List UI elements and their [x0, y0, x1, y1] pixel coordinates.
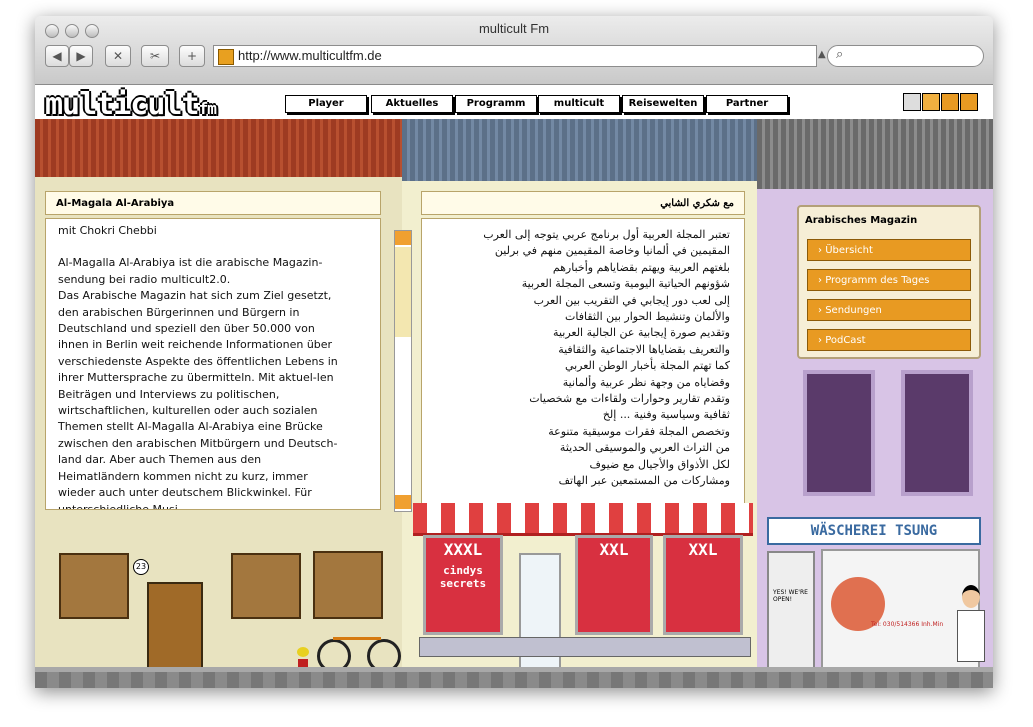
- roof-middle: [402, 119, 757, 181]
- roof-right: [757, 119, 993, 189]
- shop-awning: [413, 503, 753, 536]
- arabic-line: ومشاركات من المستمعين عبر الهاتف: [558, 474, 730, 488]
- site-logo[interactable]: multicultfm: [45, 87, 217, 122]
- roof-left: [35, 119, 402, 177]
- karate-character: [957, 585, 985, 667]
- arabic-line: لكل الأذواق والأجيال مع ضيوف: [589, 457, 730, 471]
- laundry-sign: WÄSCHEREI TSUNG: [767, 517, 981, 545]
- search-input[interactable]: ⌕: [827, 45, 984, 67]
- arabic-line: كما تهتم المجلة بأخبار الوطن العربي: [564, 359, 730, 373]
- article-panel: mit Chokri Chebbi Al-Magalla Al-Arabiya …: [45, 218, 381, 510]
- window-decoration: [803, 370, 875, 496]
- menu-item-sendungen[interactable]: › Sendungen: [807, 299, 971, 321]
- shop-sign-2: XXL: [599, 540, 629, 559]
- address-bar[interactable]: http://www.multicultfm.de: [213, 45, 817, 67]
- boarded-window: [313, 551, 383, 619]
- page-content: multicultfm Player Aktuelles Programm mu…: [35, 85, 993, 688]
- arrow-left-icon[interactable]: [941, 93, 959, 111]
- arabic-line: ثقافية وسياسية وفنية ... إلخ: [602, 408, 730, 422]
- logo-suffix: fm: [198, 99, 217, 118]
- arabic-line: إلى لعب دور إيجابي في التقريب بين العرب: [533, 293, 730, 307]
- open-sign: YES! WE'RE OPEN!: [773, 589, 808, 603]
- favicon-icon: [218, 49, 234, 65]
- article-author: mit Chokri Chebbi: [58, 224, 157, 237]
- nav-reisewelten[interactable]: Reisewelten: [622, 95, 704, 113]
- add-bookmark-button[interactable]: +: [179, 45, 205, 67]
- window-decoration: [901, 370, 973, 496]
- bicycle-decoration: [317, 625, 401, 673]
- forward-button[interactable]: ▶: [69, 45, 93, 67]
- window-title: multicult Fm: [478, 21, 550, 36]
- nav-programm[interactable]: Programm: [455, 95, 537, 113]
- search-icon: ⌕: [836, 47, 844, 62]
- shop-display-table: [419, 637, 751, 657]
- bookmark-icon[interactable]: ✂: [141, 45, 169, 67]
- nav-aktuelles[interactable]: Aktuelles: [371, 95, 453, 113]
- arabic-line: وتقديم صورة إيجابية عن الجالية العربية: [553, 326, 730, 340]
- magazine-menu: Arabisches Magazin › Übersicht › Program…: [797, 205, 981, 359]
- menu-item-label: Programm des Tages: [825, 275, 930, 286]
- arabic-line: والتعريف بقضاياها الاجتماعية والثقافية: [558, 342, 730, 356]
- stop-button[interactable]: ✕: [105, 45, 131, 67]
- arabic-line: وقضاياه من وجهة نظر عربية وألمانية: [562, 375, 730, 389]
- arrow-right-icon[interactable]: [960, 93, 978, 111]
- address-text: http://www.multicultfm.de: [238, 48, 382, 63]
- arabic-panel: تعتبر المجلة العربية أول برنامج عربي يتو…: [421, 218, 745, 510]
- menu-item-label: Sendungen: [825, 305, 882, 316]
- nav-player[interactable]: Player: [285, 95, 367, 113]
- arabic-title: مع شكري الشابي: [421, 191, 745, 215]
- hand-icon[interactable]: [922, 93, 940, 111]
- laundry-phone: Tel: 030/514366 Inh.Min: [871, 621, 944, 628]
- house-number: 23: [133, 559, 149, 575]
- browser-window: multicult Fm ◀ ▶ ✕ ✂ + http://www.multic…: [35, 16, 993, 688]
- arabic-body: تعتبر المجلة العربية أول برنامج عربي يتو…: [434, 227, 730, 490]
- arabic-line: وتقدم تقارير وحوارات ولقاءات مع شخصيات: [529, 392, 730, 406]
- scrollbar[interactable]: [394, 230, 412, 512]
- monitor-icon[interactable]: [903, 93, 921, 111]
- arabic-line: من التراث العربي والموسيقى الحديثة: [559, 441, 730, 455]
- menu-item-uebersicht[interactable]: › Übersicht: [807, 239, 971, 261]
- arabic-line: بلغتهم العربية ويهتم بقضاياهم وأخبارهم: [552, 260, 730, 274]
- menu-item-label: PodCast: [825, 335, 866, 346]
- shop-window-1: XXXL cindys secrets: [423, 535, 503, 635]
- magazine-title: Arabisches Magazin: [805, 215, 918, 226]
- arabic-line: تعتبر المجلة العربية أول برنامج عربي يتو…: [483, 228, 730, 241]
- logo-text: multicult: [45, 87, 200, 122]
- arabic-line: والألمان وتنشيط الحوار بين الثقافات: [565, 310, 730, 324]
- scroll-up-button[interactable]: [395, 231, 411, 245]
- scroll-down-button[interactable]: [395, 495, 411, 509]
- back-button[interactable]: ◀: [45, 45, 69, 67]
- article-title: Al-Magala Al-Arabiya: [45, 191, 381, 215]
- house-door[interactable]: [147, 582, 203, 671]
- nav-multicult[interactable]: multicult: [538, 95, 620, 113]
- shop-sign-1: XXXL: [443, 540, 483, 559]
- shop-window-3: XXL: [663, 535, 743, 635]
- menu-item-label: Übersicht: [825, 245, 873, 256]
- arabic-line: المقيمين في ألمانيا وخاصة المقيمين منهم …: [494, 244, 730, 258]
- menu-item-podcast[interactable]: › PodCast: [807, 329, 971, 351]
- boarded-window: [59, 553, 129, 619]
- laundry-door: YES! WE'RE OPEN!: [767, 551, 815, 671]
- boarded-window: [231, 553, 301, 619]
- arabic-line: شؤونهم الحياتية اليومية وتسعى المجلة الع…: [521, 277, 730, 291]
- shop-window-2: XXL: [575, 535, 653, 635]
- flower-pot: [297, 647, 309, 667]
- scroll-thumb[interactable]: [395, 247, 411, 337]
- shop-sign-1-sub: cindys secrets: [439, 564, 487, 590]
- arabic-line: وتخصص المجلة فقرات موسيقية متنوعة: [548, 424, 730, 438]
- article-paragraph: Al-Magalla Al-Arabiya ist die arabische …: [58, 256, 323, 286]
- article-paragraph: Das Arabische Magazin hat sich zum Ziel …: [58, 289, 338, 510]
- title-bar: multicult Fm ◀ ▶ ✕ ✂ + http://www.multic…: [35, 16, 993, 85]
- street: [35, 672, 993, 688]
- shop-sign-3: XXL: [688, 540, 718, 559]
- menu-item-programm[interactable]: › Programm des Tages: [807, 269, 971, 291]
- nav-partner[interactable]: Partner: [706, 95, 788, 113]
- article-body: mit Chokri Chebbi Al-Magalla Al-Arabiya …: [58, 223, 346, 510]
- reload-icon[interactable]: ▲: [818, 49, 826, 60]
